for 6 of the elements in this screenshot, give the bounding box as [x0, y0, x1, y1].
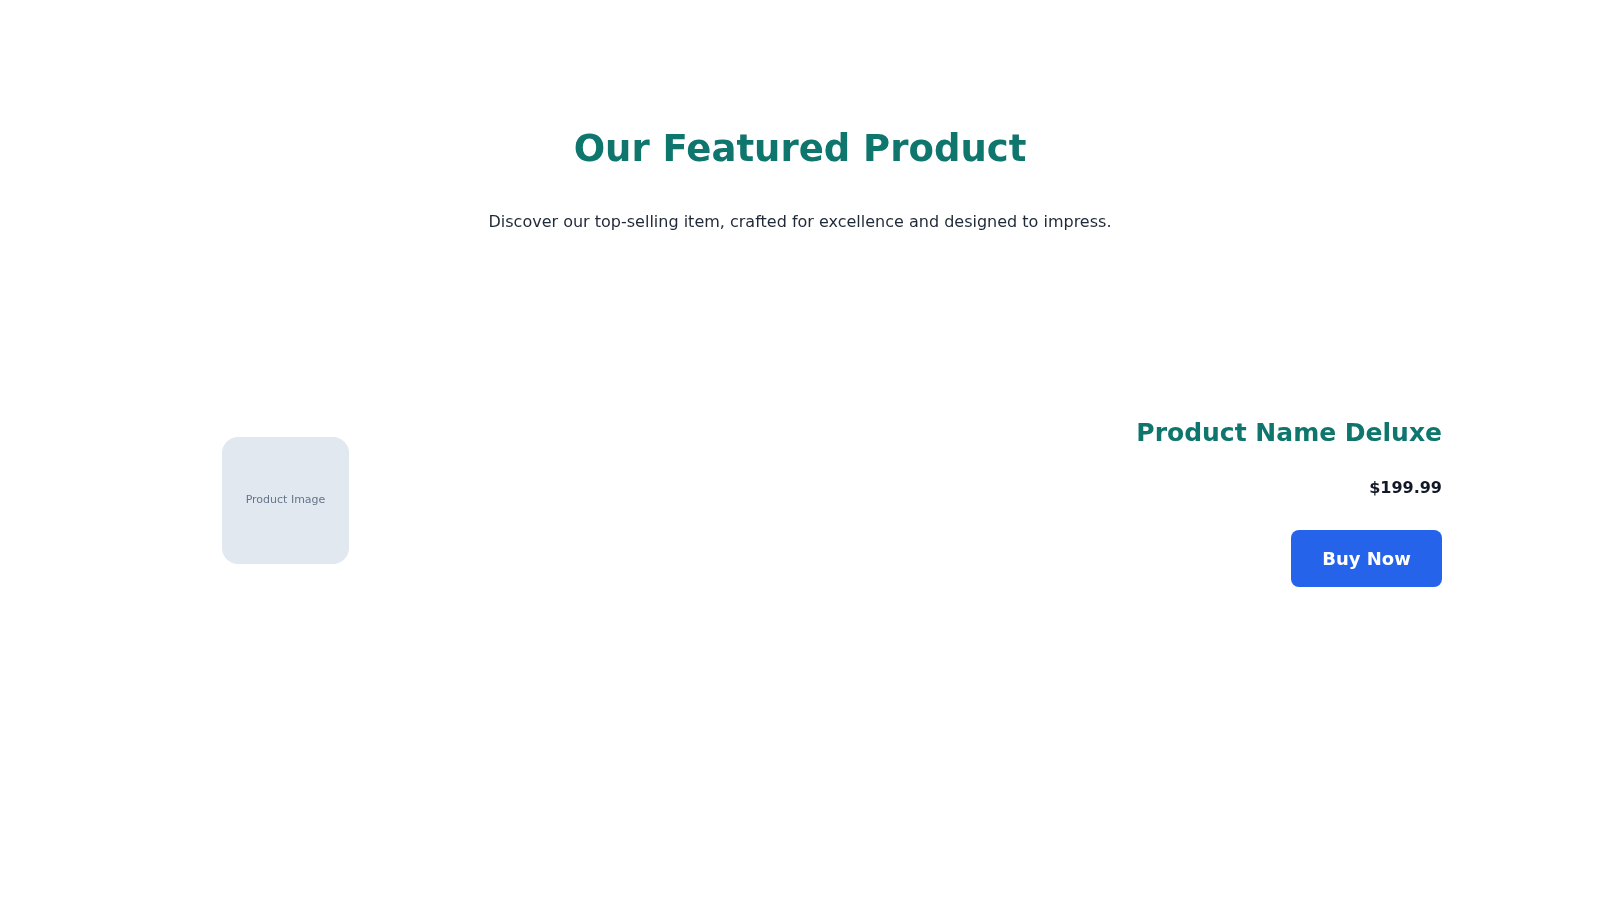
product-price: $199.99	[1369, 476, 1442, 499]
buy-now-button[interactable]: Buy Now	[1291, 529, 1442, 587]
product-name: Product Name Deluxe	[1136, 417, 1442, 450]
section-title: Our Featured Product	[573, 126, 1027, 172]
image-label: Product Image	[245, 492, 326, 509]
section-subtitle: Discover our top-selling item, crafted for excellence and designed to impress.	[488, 211, 1112, 234]
